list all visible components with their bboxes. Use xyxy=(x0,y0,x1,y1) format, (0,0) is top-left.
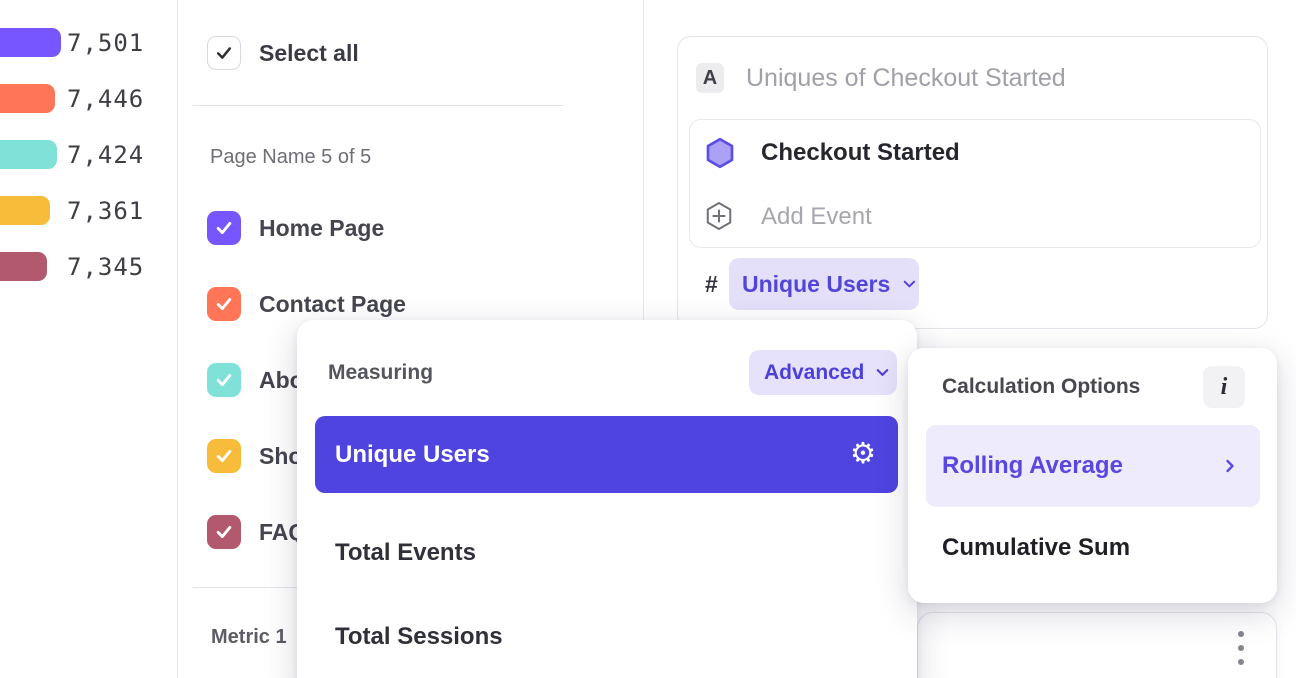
more-options-button[interactable] xyxy=(1238,631,1244,665)
measurement-value: Unique Users xyxy=(742,271,890,298)
add-event-label[interactable]: Add Event xyxy=(761,203,872,231)
next-metric-card xyxy=(917,612,1277,678)
series-checkbox-shop[interactable] xyxy=(207,439,241,473)
chevron-right-icon xyxy=(1220,456,1240,476)
event-list-card: Checkout Started Add Event xyxy=(689,119,1261,248)
select-all-checkbox[interactable] xyxy=(207,36,241,70)
chevron-down-icon xyxy=(900,274,919,294)
bar-value: 7,424 xyxy=(67,140,144,169)
measuring-menu: Measuring Advanced Unique Users ⚙ Total … xyxy=(297,320,917,678)
series-label: Contact Page xyxy=(259,287,406,321)
menu-option-total-events[interactable]: Total Events xyxy=(335,539,476,567)
series-badge: A xyxy=(696,63,724,93)
series-label: Home Page xyxy=(259,211,384,245)
add-event-icon[interactable] xyxy=(704,201,734,231)
kebab-dot xyxy=(1238,631,1244,637)
chart-bar xyxy=(0,196,50,225)
metric-label: Metric 1 xyxy=(211,626,287,649)
group-by-label: Page Name 5 of 5 xyxy=(210,146,371,169)
query-builder-card: A Uniques of Checkout Started Checkout S… xyxy=(677,36,1268,329)
panel-divider-left xyxy=(177,0,178,678)
series-checkbox-about[interactable] xyxy=(207,363,241,397)
menu-option-unique-users[interactable]: Unique Users ⚙ xyxy=(315,416,898,493)
check-icon xyxy=(214,43,234,63)
bar-value: 7,361 xyxy=(67,196,144,225)
measurement-symbol: # xyxy=(705,271,718,298)
chart-bar xyxy=(0,140,57,169)
section-divider xyxy=(193,105,563,106)
check-icon xyxy=(214,370,234,390)
kebab-dot xyxy=(1238,645,1244,651)
menu-option-label: Unique Users xyxy=(335,441,490,469)
query-title-input[interactable]: Uniques of Checkout Started xyxy=(746,64,1066,93)
calculation-options-menu: Calculation Options i Rolling Average Cu… xyxy=(908,348,1277,603)
chart-bar xyxy=(0,28,61,57)
advanced-dropdown[interactable]: Advanced xyxy=(749,350,897,395)
calculation-options-title: Calculation Options xyxy=(942,375,1140,399)
check-icon xyxy=(214,294,234,314)
bar-value: 7,345 xyxy=(67,252,144,281)
bar-value: 7,446 xyxy=(67,84,144,113)
advanced-label: Advanced xyxy=(764,361,864,385)
analytics-app: 7,501 7,446 7,424 7,361 7,345 Select all… xyxy=(0,0,1296,678)
menu-option-rolling-average[interactable]: Rolling Average xyxy=(926,425,1260,507)
menu-option-label: Rolling Average xyxy=(942,452,1123,480)
check-icon xyxy=(214,218,234,238)
menu-option-cumulative-sum[interactable]: Cumulative Sum xyxy=(942,534,1130,562)
kebab-dot xyxy=(1238,659,1244,665)
check-icon xyxy=(214,522,234,542)
chart-bar xyxy=(0,252,47,281)
chart-bar xyxy=(0,84,55,113)
event-hexagon-icon xyxy=(704,137,736,169)
select-all-label: Select all xyxy=(259,36,359,70)
series-checkbox-faq[interactable] xyxy=(207,515,241,549)
chevron-down-icon xyxy=(873,363,892,382)
measurement-dropdown[interactable]: Unique Users xyxy=(729,258,919,310)
series-checkbox-home[interactable] xyxy=(207,211,241,245)
info-icon[interactable]: i xyxy=(1203,366,1245,408)
check-icon xyxy=(214,446,234,466)
series-checkbox-contact[interactable] xyxy=(207,287,241,321)
measuring-menu-title: Measuring xyxy=(328,361,433,385)
settings-gear-icon[interactable]: ⚙ xyxy=(850,440,876,469)
bar-value: 7,501 xyxy=(67,28,144,57)
event-name[interactable]: Checkout Started xyxy=(761,139,960,167)
menu-option-total-sessions[interactable]: Total Sessions xyxy=(335,623,503,651)
